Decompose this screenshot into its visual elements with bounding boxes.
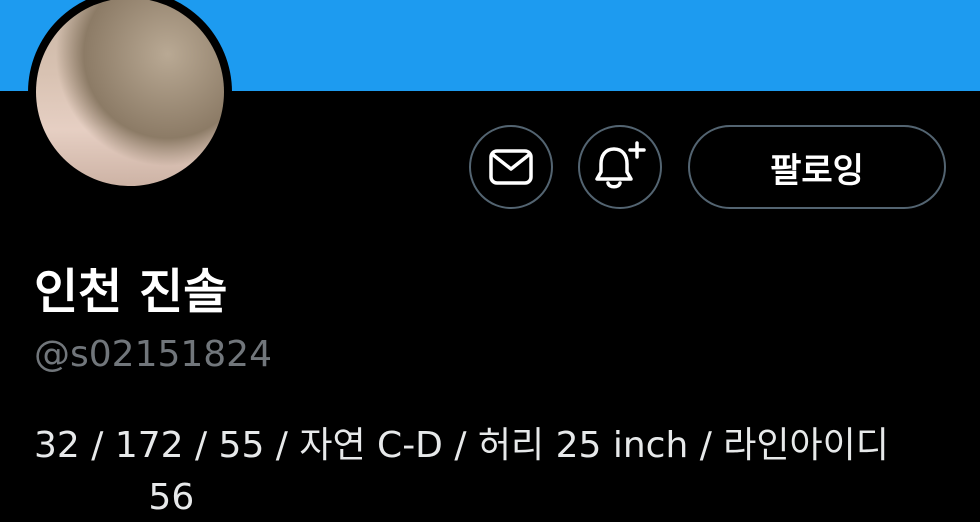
handle: @s02151824 [34,334,272,375]
following-button[interactable]: 팔로잉 [688,125,946,209]
message-button[interactable] [469,125,553,209]
avatar-image [36,0,224,186]
avatar[interactable] [28,0,232,194]
bio-line-1: 32 / 172 / 55 / 자연 C-D / 허리 25 inch / 라인… [34,425,889,466]
envelope-icon [489,149,533,185]
bell-plus-icon [595,141,646,189]
following-button-label: 팔로잉 [770,150,864,191]
bio-line-2: 56 [34,477,195,518]
notify-button[interactable] [578,125,662,209]
display-name: 인천 진솔 [34,264,228,320]
